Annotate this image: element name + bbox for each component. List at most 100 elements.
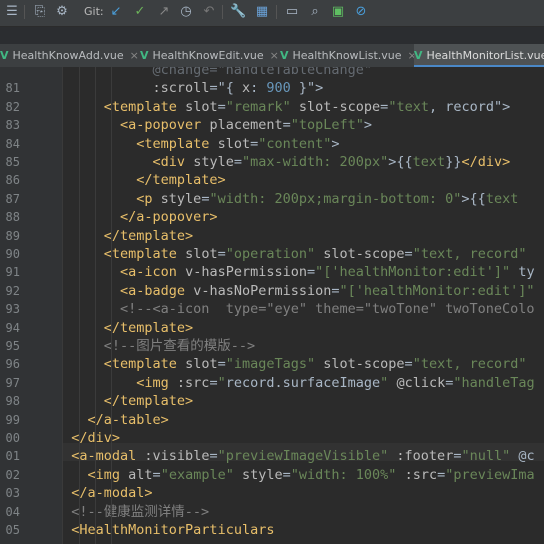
code-token: = bbox=[209, 448, 218, 465]
code-token: "previewIma bbox=[445, 466, 535, 483]
tab-label: HealthMonitorList.vue bbox=[426, 49, 544, 62]
code-token: :src bbox=[404, 466, 438, 483]
toolbar-separator bbox=[276, 5, 277, 19]
code-token: "content" bbox=[258, 135, 332, 152]
code-token: <img bbox=[136, 374, 177, 391]
line-number: 84 bbox=[5, 136, 20, 151]
indent-guide bbox=[79, 67, 80, 544]
line-number: 97 bbox=[5, 375, 20, 390]
code-token: <a-badge bbox=[120, 282, 194, 299]
code-token: "text, record" bbox=[412, 246, 527, 262]
code-line: <a-badge v-hasNoPermission="['healthMoni… bbox=[63, 282, 535, 300]
code-token: , record"> bbox=[428, 98, 511, 115]
close-icon[interactable]: × bbox=[130, 49, 139, 62]
line-number: 05 bbox=[5, 523, 20, 537]
line-number: 83 bbox=[5, 118, 20, 133]
code-token: <div bbox=[152, 154, 194, 170]
code-token: "imageTags" bbox=[225, 356, 316, 373]
line-number: 99 bbox=[5, 412, 20, 427]
line-number: 04 bbox=[5, 504, 20, 519]
code-line: @change="handleTableChange" bbox=[63, 67, 372, 79]
code-token: </template> bbox=[103, 393, 194, 410]
vcs-icon[interactable]: ▣ bbox=[330, 4, 346, 20]
line-number: 95 bbox=[5, 339, 20, 353]
tab-healthknowlist[interactable]: V HealthKnowList.vue × bbox=[280, 44, 417, 67]
copy-icon[interactable]: ⎘ bbox=[32, 4, 48, 20]
tab-healthknowadd[interactable]: V HealthKnowAdd.vue × bbox=[0, 44, 139, 67]
close-icon[interactable]: × bbox=[270, 49, 279, 62]
code-token: " bbox=[217, 374, 226, 391]
diff-icon[interactable]: ⚙ bbox=[54, 4, 70, 20]
tab-label: HealthKnowAdd.vue bbox=[12, 49, 124, 62]
code-token: </div> bbox=[461, 154, 511, 170]
code-line: <img alt="example" style="width: 100%" :… bbox=[63, 466, 535, 484]
code-token: </a-popover> bbox=[120, 209, 218, 226]
code-token: = bbox=[152, 466, 161, 483]
line-number: 01 bbox=[5, 449, 20, 464]
code-line: :scroll="{ x: 900 }"> bbox=[63, 79, 324, 97]
project-structure-icon[interactable]: ▦ bbox=[254, 4, 270, 20]
line-number-gutter: 81 82 83 84 85 86 87 88 89 90 91 92 93 94 95 96 97 98 99 00… bbox=[0, 67, 63, 544]
code-token: @c bbox=[510, 448, 535, 465]
search-icon[interactable]: ⌕ bbox=[307, 4, 323, 20]
code-token: style bbox=[241, 466, 283, 483]
git-label: Git: bbox=[84, 5, 104, 18]
pull-icon[interactable]: ↙ bbox=[108, 4, 124, 20]
code-line: </template> bbox=[63, 319, 193, 337]
code-token: > bbox=[363, 117, 373, 134]
menu-icon[interactable]: ☰ bbox=[4, 4, 20, 20]
editor-tabs: V HealthKnowAdd.vue × V HealthKnowEdit.vue ×… bbox=[0, 44, 544, 68]
code-line: <!--健康监测详情--> bbox=[63, 503, 209, 521]
code-token: "example" bbox=[160, 466, 234, 483]
toolbar-separator bbox=[24, 5, 25, 19]
line-number: 93 bbox=[5, 302, 20, 317]
code-token: slot bbox=[217, 135, 251, 152]
code-token: 900 bbox=[266, 80, 291, 97]
settings-icon[interactable]: 🔧 bbox=[230, 4, 246, 20]
code-token: "handleTag bbox=[453, 374, 535, 391]
tab-label: HealthKnowList.vue bbox=[292, 49, 402, 62]
code-line: </template> bbox=[63, 171, 226, 189]
tab-healthmonitorlist[interactable]: V HealthMonitorList.vue bbox=[414, 44, 544, 67]
revert-icon[interactable]: ↶ bbox=[201, 4, 217, 20]
code-token: ty bbox=[510, 264, 535, 281]
code-token: = bbox=[437, 466, 446, 483]
code-token: <template bbox=[103, 98, 186, 115]
code-token: >{{ bbox=[388, 154, 413, 170]
code-editor[interactable]: @change="handleTableChange" :scroll="{ x… bbox=[63, 67, 544, 544]
history-icon[interactable]: ◷ bbox=[178, 4, 194, 20]
no-icon[interactable]: ⊘ bbox=[353, 4, 369, 20]
code-token: = bbox=[250, 135, 259, 152]
vue-file-icon: V bbox=[414, 49, 423, 62]
code-token: "['healthMonitor:edit']" bbox=[315, 264, 511, 281]
line-number: 88 bbox=[5, 210, 20, 225]
code-token: slot-scope bbox=[298, 98, 381, 115]
code-token: placement bbox=[209, 117, 283, 134]
code-line: <template slot="operation" slot-scope="t… bbox=[63, 245, 527, 263]
line-number: 89 bbox=[5, 228, 20, 243]
code-line: <a-icon v-hasPermission="['healthMonitor… bbox=[63, 263, 535, 281]
code-line: </template> bbox=[63, 227, 193, 245]
code-token: style bbox=[160, 190, 202, 207]
line-number: 98 bbox=[5, 394, 20, 409]
code-token: </a-table> bbox=[87, 411, 169, 428]
code-token: </template> bbox=[136, 172, 226, 189]
push-icon[interactable]: ↗ bbox=[156, 4, 172, 20]
terminal-icon[interactable]: ▭ bbox=[284, 4, 300, 20]
line-number: 94 bbox=[5, 320, 20, 335]
commit-icon[interactable]: ✓ bbox=[132, 4, 148, 20]
code-token: "remark" bbox=[225, 98, 291, 115]
code-token: <!--<a-icon type="eye" theme="twoTone" t… bbox=[120, 301, 535, 318]
code-token: <a-modal bbox=[71, 448, 145, 465]
tab-healthknowedit[interactable]: V HealthKnowEdit.vue × bbox=[140, 44, 279, 67]
code-token: <p bbox=[136, 190, 161, 207]
code-token: "text, record" bbox=[412, 356, 527, 373]
